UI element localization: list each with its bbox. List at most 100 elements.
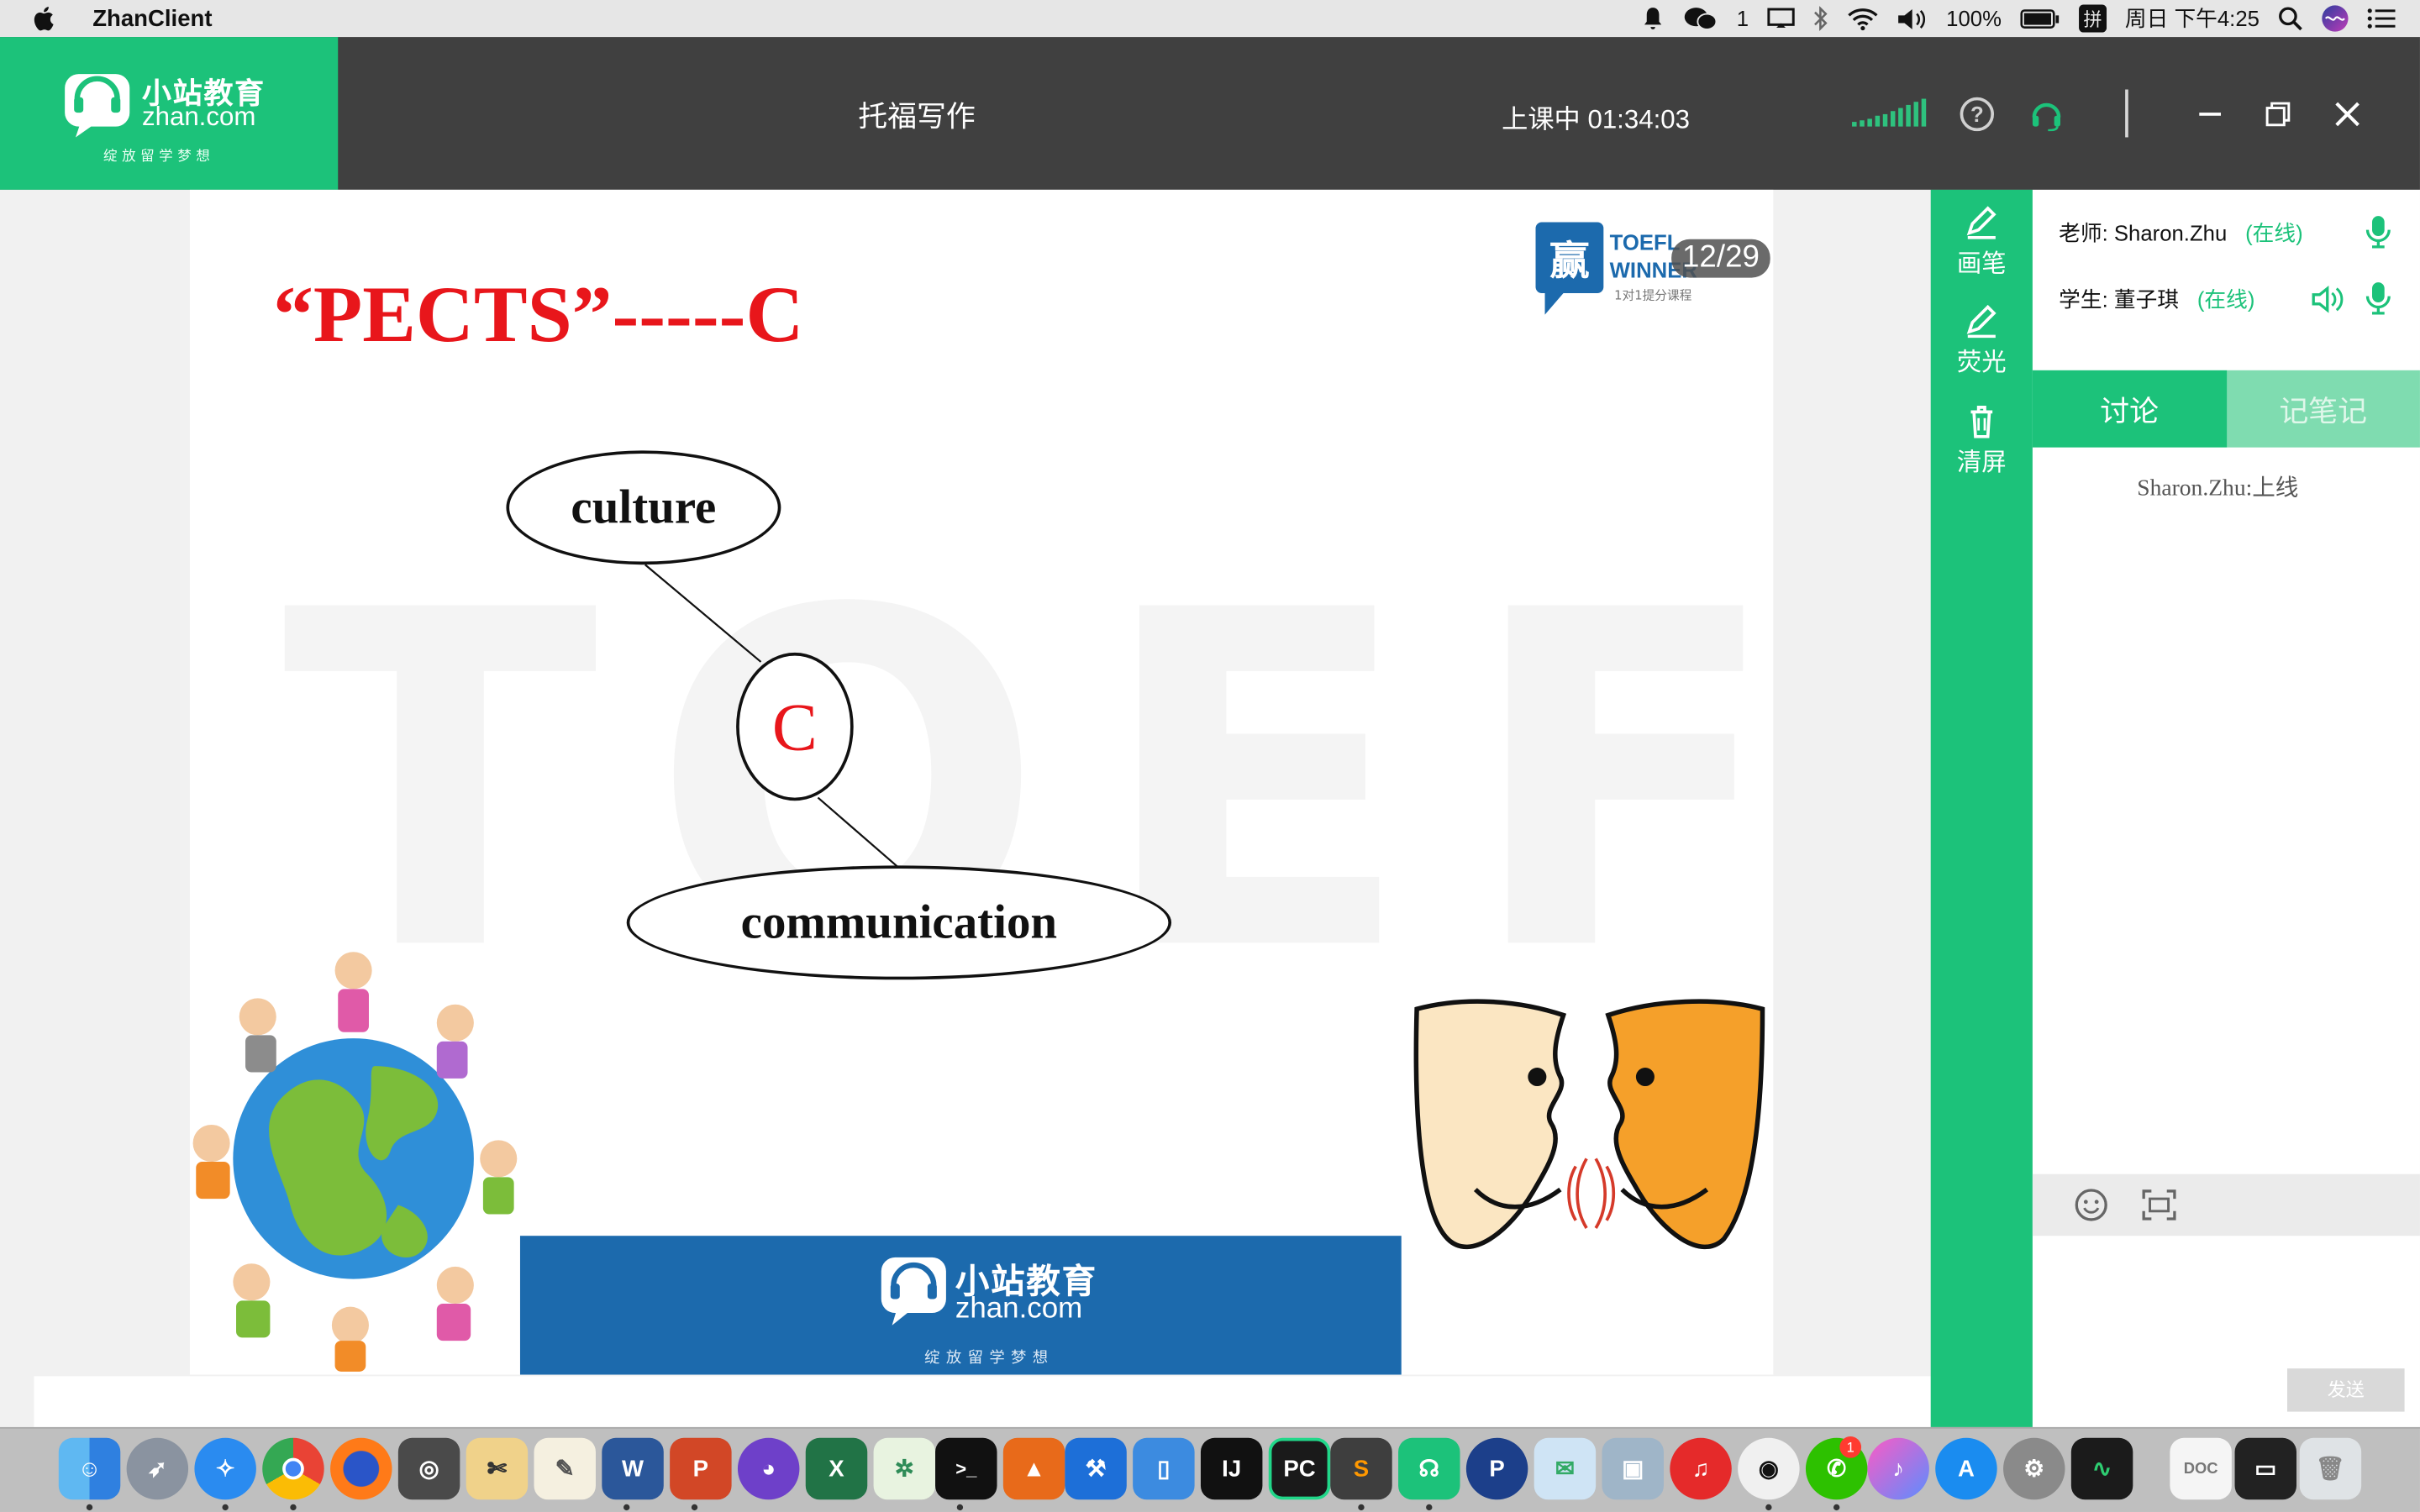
student-mic-icon[interactable] [2365,281,2392,315]
dock-safari-icon[interactable]: ✧ [194,1437,256,1500]
trash-icon [1970,406,1993,438]
dock-pycharm-icon[interactable]: PC [1268,1437,1331,1500]
minimize-icon[interactable] [2191,96,2228,133]
battery-icon[interactable] [2020,8,2060,29]
banner-logo-icon [881,1257,946,1326]
wechat-badge: 1 [1839,1436,1862,1458]
help-icon[interactable]: ? [1960,97,1995,132]
dock-github-icon[interactable]: ◕ [737,1437,800,1500]
dock-running-indicator [691,1504,698,1511]
logo-slogan: 绽放留学梦想 [103,148,215,164]
clear-screen-label: 清屏 [1956,450,2007,477]
headset-icon[interactable] [2029,97,2063,132]
panel-tabs: 讨论 记笔记 [2032,370,2420,448]
dock-zhanclient-icon[interactable]: ☊ [1398,1437,1460,1500]
pen-icon [1966,206,1996,239]
volume-icon[interactable] [1897,7,1928,30]
close-icon[interactable] [2329,96,2366,133]
siri-icon[interactable] [2321,5,2349,33]
banner-slogan: 绽放留学梦想 [924,1350,1055,1368]
dock-qq-icon[interactable]: ◉ [1738,1437,1800,1500]
wechat-count: 1 [1736,6,1749,31]
dock-running-indicator [1426,1504,1433,1511]
dock-system-preferences-icon[interactable]: ⚙ [2003,1437,2065,1500]
dock-netease-music-icon[interactable]: ♫ [1670,1437,1732,1500]
chat-toolbar [2032,1173,2420,1236]
dock-textedit-icon[interactable]: ✎ [534,1437,596,1500]
wechat-status-icon[interactable] [1684,6,1718,30]
course-title: 托福写作 [858,102,976,134]
input-method-icon[interactable]: 拼 [2078,4,2107,33]
teacher-row: 老师: Sharon.Zhu (在线) [2059,218,2303,249]
notification-bell-icon[interactable] [1641,6,1665,30]
drawing-toolbar: 画笔 荧光 清屏 [1930,189,2033,1427]
dock-launchpad-icon[interactable]: ➶ [126,1437,189,1500]
dock-activity-monitor-icon[interactable]: ∿ [2070,1437,2133,1500]
highlighter-tool[interactable]: 荧光 [1931,304,2033,378]
dock-chrome-icon[interactable] [262,1437,324,1500]
dock-running-indicator [956,1504,964,1511]
dock-running-indicator [86,1504,93,1511]
emoji-icon[interactable] [2075,1188,2108,1221]
tab-discussion[interactable]: 讨论 [2032,370,2227,448]
dock-document-icon[interactable]: DOC [2170,1437,2232,1500]
battery-percent[interactable]: 100% [1946,6,2002,30]
dock-terminal-window-icon[interactable]: ▭ [2234,1437,2297,1500]
class-timer: 上课中 01:34:03 [1502,104,1691,134]
screenshot-icon[interactable] [2141,1188,2178,1221]
student-speaker-icon[interactable] [2311,282,2344,316]
app-title-bar: 小站教育 zhan.com 绽放留学梦想 托福写作 上课中 01:34:03 ? [0,37,2420,190]
teacher-label: 老师: [2059,220,2108,246]
app-menu-title[interactable]: ZhanClient [92,5,212,31]
dock-excel-icon[interactable]: X [805,1437,868,1500]
node-culture: culture [506,450,781,565]
highlighter-icon [1966,304,1996,339]
dock-mail-icon[interactable]: ✉ [1534,1437,1597,1500]
dock-finder-icon[interactable]: ☺ [58,1437,121,1500]
dock-sublime-icon[interactable]: S [1330,1437,1392,1500]
dock-xcode-icon[interactable]: ⚒ [1065,1437,1127,1500]
mac-menu-bar: ZhanClient 1 100% 拼 周日 下午4:25 [0,0,2420,38]
dock-word-icon[interactable]: W [602,1437,664,1500]
teacher-mic-icon[interactable] [2365,214,2392,249]
student-row: 学生: 董子琪 (在线) [2059,284,2254,315]
dock-app-store-icon[interactable]: A [1935,1437,1997,1500]
dock-disk-utility-icon[interactable]: ◎ [397,1437,460,1500]
dock-image-capture-icon[interactable]: ▣ [1602,1437,1664,1500]
dock-tpo-icon[interactable]: P [1465,1437,1528,1500]
dock-powerpoint-icon[interactable]: P [670,1437,732,1500]
clock[interactable]: 周日 下午4:25 [2125,3,2260,34]
chat-message: Sharon.Zhu:上线 [2137,476,2299,501]
restore-icon[interactable] [2260,96,2296,133]
pen-tool[interactable]: 画笔 [1931,205,2033,279]
dock-firefox-icon[interactable] [330,1437,392,1500]
dock-preview-icon[interactable]: ✄ [466,1437,529,1500]
wifi-icon[interactable] [1848,7,1879,30]
page-counter: 12/29 [1671,239,1770,278]
trash-icon[interactable]: 🗑 [2299,1437,2362,1500]
spotlight-search-icon[interactable] [2278,6,2302,31]
pen-label: 画笔 [1956,251,2007,278]
dock-intellij-icon[interactable]: IJ [1200,1437,1263,1500]
clear-screen-tool[interactable]: 清屏 [1931,404,2033,478]
send-button[interactable]: 发送 [2286,1368,2405,1412]
dock-simulator-icon[interactable]: ▯ [1133,1437,1195,1500]
dock-terminal-icon[interactable]: >_ [935,1437,997,1500]
dock-xmind-icon[interactable]: ✲ [873,1437,936,1500]
presentation-slide[interactable]: TOEFL “PECTS”-----C culture C communicat… [189,189,1774,1375]
teacher-name: Sharon.Zhu [2113,220,2228,246]
status-items: 1 100% 拼 周日 下午4:25 [1641,3,2420,34]
svg-text:拼: 拼 [2083,10,2102,31]
dock-itunes-icon[interactable]: ♪ [1867,1437,1929,1500]
display-mirroring-icon[interactable] [1767,8,1795,29]
dock-matlab-icon[interactable]: ▲ [1002,1437,1065,1500]
side-panel: 老师: Sharon.Zhu (在线) 学生: 董子琪 (在线) 讨论 记笔记 … [2032,189,2420,1427]
apple-icon[interactable] [34,6,55,31]
highlighter-label: 荧光 [1956,349,2007,377]
notification-center-icon[interactable] [2367,8,2396,29]
dock-running-indicator [1358,1504,1365,1511]
bluetooth-icon[interactable] [1813,6,1828,31]
dock-running-indicator [1833,1504,1840,1511]
tab-notes[interactable]: 记笔记 [2226,370,2420,448]
title-divider [2125,89,2128,138]
